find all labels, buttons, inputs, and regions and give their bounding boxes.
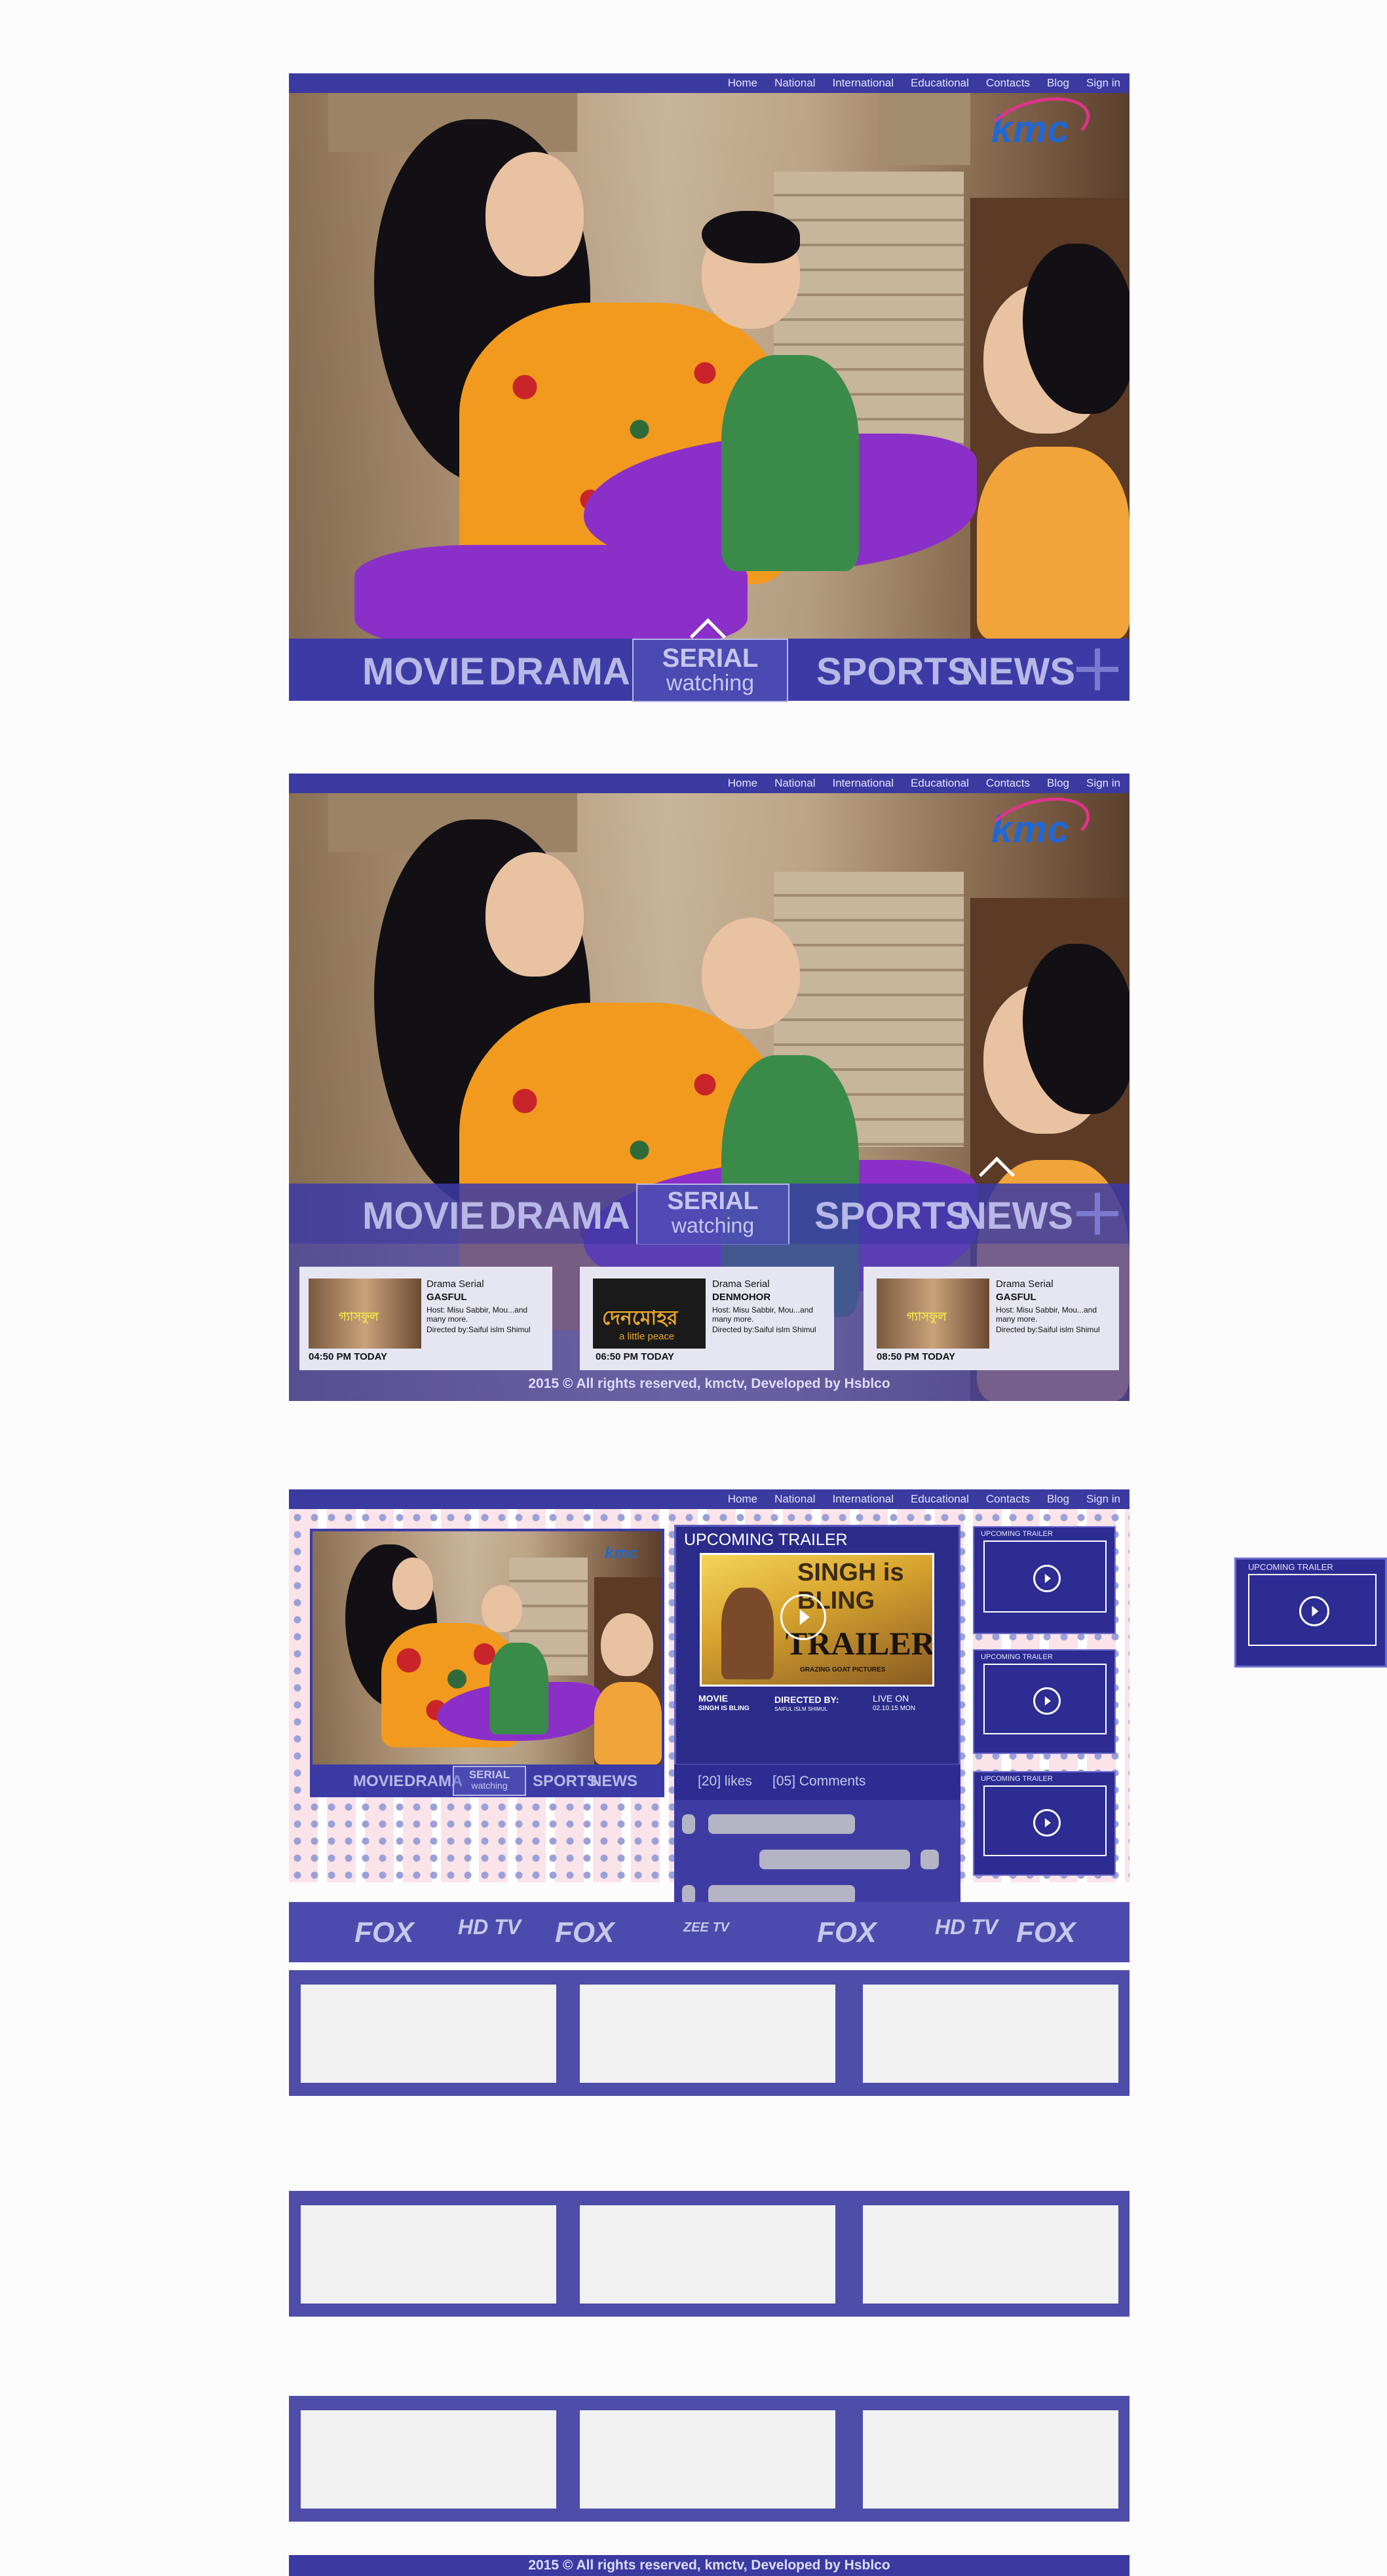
homepage-mockup-1: Home National International Educational …: [289, 73, 1130, 702]
comments-count[interactable]: [05] Comments: [772, 1774, 865, 1789]
content-slot[interactable]: [863, 2205, 1118, 2304]
top-navigation: Home National International Educational …: [289, 774, 1130, 793]
nav-international[interactable]: International: [832, 1493, 894, 1506]
nav-national[interactable]: National: [774, 777, 815, 790]
content-slot[interactable]: [580, 2410, 835, 2509]
side-trailer-card[interactable]: UPCOMING TRAILER: [1234, 1558, 1387, 1668]
poster-thumbnail: গ্যাসফুল: [877, 1279, 989, 1349]
likes-count[interactable]: [20] likes: [698, 1774, 752, 1789]
nav-national[interactable]: National: [774, 1493, 815, 1506]
category-bar: MOVIE DRAMA SERIAL watching SPORTS NEWS: [289, 639, 1130, 702]
content-slot[interactable]: [580, 1985, 835, 2083]
content-slot[interactable]: [301, 2410, 556, 2509]
nav-blog[interactable]: Blog: [1047, 777, 1069, 790]
mini-trailer-card[interactable]: UPCOMING TRAILER: [973, 1526, 1116, 1634]
content-slot[interactable]: [863, 2410, 1118, 2509]
kmc-logo: kmc: [981, 787, 1096, 865]
nav-signin[interactable]: Sign in: [1086, 777, 1120, 790]
nav-blog[interactable]: Blog: [1047, 1493, 1069, 1506]
channel-logo-bar: FOX HD TV FOX ZEE TV FOX HD TV FOX: [289, 1902, 1130, 1962]
trailer-poster[interactable]: SINGH is BLING TRAILER GRAZING GOAT PICT…: [700, 1553, 934, 1687]
content-slot[interactable]: [580, 2205, 835, 2304]
mini-trailer-card[interactable]: UPCOMING TRAILER: [973, 1771, 1116, 1876]
kmc-logo: kmc: [605, 1544, 639, 1562]
nav-educational[interactable]: Educational: [911, 1493, 969, 1506]
footer-copyright: 2015 © All rights reserved, kmctv, Devel…: [528, 2558, 890, 2573]
category-drama[interactable]: DRAMA: [489, 650, 630, 694]
category-news[interactable]: NEWS: [959, 1194, 1073, 1238]
content-grid-2: [289, 2191, 1130, 2317]
category-movie[interactable]: MOVIE: [362, 1194, 485, 1238]
content-grid-1: [289, 1970, 1130, 2096]
nav-blog[interactable]: Blog: [1047, 77, 1069, 90]
nav-international[interactable]: International: [832, 77, 894, 90]
nav-contacts[interactable]: Contacts: [986, 77, 1030, 90]
grid-menu-icon[interactable]: [1076, 648, 1118, 690]
channel-fox[interactable]: FOX: [1016, 1916, 1075, 1949]
category-sports[interactable]: SPORTS: [816, 650, 973, 694]
channel-hdtv[interactable]: HD TV: [458, 1915, 521, 1939]
channel-fox[interactable]: FOX: [354, 1916, 413, 1949]
category-drama[interactable]: DRAMA: [489, 1194, 630, 1238]
content-slot[interactable]: [301, 2205, 556, 2304]
category-serial[interactable]: SERIAL watching: [636, 1184, 789, 1245]
schedule-card[interactable]: গ্যাসফুল Drama Serial GASFUL Host: Misu …: [864, 1267, 1119, 1370]
play-icon[interactable]: [1033, 1565, 1061, 1592]
nav-signin[interactable]: Sign in: [1086, 1493, 1120, 1506]
mini-category-bar: MOVIE DRAMA SERIAL watching SPORTS NEWS: [310, 1764, 664, 1797]
category-news[interactable]: NEWS: [961, 650, 1075, 694]
nav-home[interactable]: Home: [728, 77, 757, 90]
channel-hdtv[interactable]: HD TV: [935, 1915, 998, 1939]
play-icon[interactable]: [1033, 1809, 1061, 1837]
play-icon[interactable]: [1033, 1687, 1061, 1715]
homepage-mockup-3: Home National International Educational …: [289, 1489, 1130, 2576]
content-slot[interactable]: [863, 1985, 1118, 2083]
nav-educational[interactable]: Educational: [911, 777, 969, 790]
poster-thumbnail: দেনমোহর a little peace: [593, 1279, 706, 1349]
play-icon[interactable]: [780, 1594, 826, 1640]
trailer-feedback-panel: [20] likes [05] Comments: [674, 1764, 960, 1915]
schedule-card[interactable]: দেনমোহর a little peace Drama Serial DENM…: [580, 1267, 834, 1370]
nav-international[interactable]: International: [832, 777, 894, 790]
grid-menu-icon[interactable]: [1076, 1193, 1118, 1235]
upcoming-trailer-panel: UPCOMING TRAILER SINGH is BLING TRAILER …: [674, 1525, 960, 1766]
homepage-mockup-2: Home National International Educational …: [289, 774, 1130, 1401]
nav-educational[interactable]: Educational: [911, 77, 969, 90]
channel-fox[interactable]: FOX: [555, 1916, 614, 1949]
footer-copyright: 2015 © All rights reserved, kmctv, Devel…: [528, 1376, 890, 1391]
top-navigation: Home National International Educational …: [289, 1489, 1130, 1509]
category-serial[interactable]: SERIAL watching: [632, 639, 788, 702]
footer-bar: 2015 © All rights reserved, kmctv, Devel…: [289, 2555, 1130, 2576]
content-grid-3: [289, 2396, 1130, 2522]
top-navigation: Home National International Educational …: [289, 73, 1130, 93]
nav-home[interactable]: Home: [728, 1493, 757, 1506]
category-bar: MOVIE DRAMA SERIAL watching SPORTS NEWS: [289, 1184, 1130, 1245]
nav-contacts[interactable]: Contacts: [986, 1493, 1030, 1506]
nav-signin[interactable]: Sign in: [1086, 77, 1120, 90]
nav-home[interactable]: Home: [728, 777, 757, 790]
nav-contacts[interactable]: Contacts: [986, 777, 1030, 790]
category-movie[interactable]: MOVIE: [362, 650, 485, 694]
category-sports[interactable]: SPORTS: [814, 1194, 971, 1238]
hero-image: [289, 93, 1130, 640]
channel-zeetv[interactable]: ZEE TV: [683, 1920, 729, 1935]
nav-national[interactable]: National: [774, 77, 815, 90]
content-slot[interactable]: [301, 1985, 556, 2083]
channel-fox[interactable]: FOX: [817, 1916, 876, 1949]
mini-hero-preview[interactable]: kmc MOVIE DRAMA SERIAL watching SPORTS N…: [310, 1529, 664, 1797]
mini-trailer-card[interactable]: UPCOMING TRAILER: [973, 1649, 1116, 1754]
poster-thumbnail: গ্যাসফুল: [309, 1279, 421, 1349]
play-icon[interactable]: [1299, 1596, 1329, 1626]
kmc-logo: kmc: [981, 87, 1096, 164]
schedule-card[interactable]: গ্যাসফুল Drama Serial GASFUL Host: Misu …: [299, 1267, 552, 1370]
